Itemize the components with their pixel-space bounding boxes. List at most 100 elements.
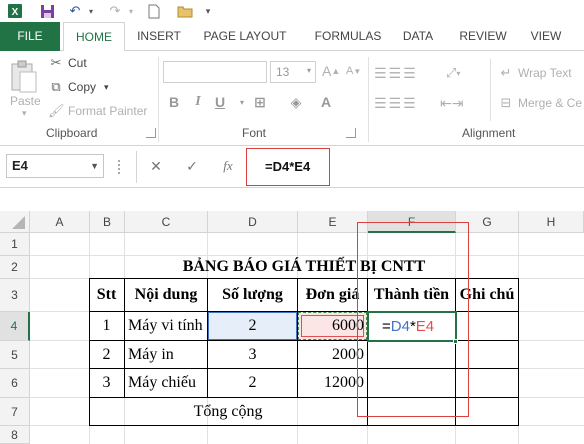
- name-box-value: E4: [12, 158, 28, 173]
- column-header-b[interactable]: B: [90, 211, 125, 233]
- undo-dropdown-icon[interactable]: ▾: [86, 3, 96, 19]
- grip-icon[interactable]: [118, 160, 122, 174]
- row-header-1[interactable]: 1: [0, 233, 30, 256]
- tab-data[interactable]: DATA: [396, 22, 440, 51]
- cell-d4[interactable]: 2: [208, 312, 297, 340]
- merge-center-button[interactable]: ⊟ Merge & Ce: [498, 95, 582, 111]
- cell-b5[interactable]: 2: [89, 341, 124, 368]
- worksheet-grid: A B C D E F G H 1 2 3 4 5 6 7 8 BẢNG BÁO…: [0, 188, 584, 444]
- total-label-cell[interactable]: Tổng cộng: [89, 398, 367, 425]
- column-header-d[interactable]: D: [208, 211, 298, 233]
- column-header-h[interactable]: H: [519, 211, 584, 233]
- new-doc-icon[interactable]: [146, 3, 162, 19]
- cell-e5[interactable]: 2000: [298, 341, 364, 368]
- cancel-icon[interactable]: ✕: [146, 158, 166, 175]
- font-launcher-icon[interactable]: [346, 128, 356, 138]
- row-header-5[interactable]: 5: [0, 341, 30, 369]
- cell-c4[interactable]: Máy vi tính: [128, 312, 207, 340]
- formula-bar: E4 ▼ ✕ ✓ fx =D4*E4: [0, 146, 584, 188]
- header-stt[interactable]: Stt: [89, 279, 124, 311]
- save-icon[interactable]: [38, 3, 56, 19]
- svg-text:X: X: [12, 7, 19, 18]
- formula-input[interactable]: =D4*E4: [246, 148, 330, 186]
- paste-button[interactable]: Paste: [10, 94, 41, 108]
- align-top-icon[interactable]: ☰☰☰: [374, 65, 418, 82]
- italic-icon[interactable]: I: [188, 94, 208, 110]
- fill-color-icon[interactable]: ◈: [286, 94, 306, 111]
- column-header-a[interactable]: A: [30, 211, 90, 233]
- highlight-annotation-box: [357, 222, 469, 417]
- row-header-3[interactable]: 3: [0, 279, 30, 312]
- format-painter-button[interactable]: 🖌 Format Painter: [48, 103, 147, 119]
- paintbrush-icon: 🖌: [48, 103, 65, 118]
- tab-home[interactable]: HOME: [63, 22, 125, 52]
- open-folder-icon[interactable]: [176, 3, 194, 19]
- decrease-font-icon[interactable]: A ▼: [346, 65, 361, 77]
- font-color-icon[interactable]: A: [316, 94, 336, 110]
- tab-page-layout[interactable]: PAGE LAYOUT: [198, 22, 292, 51]
- undo-icon[interactable]: ↶: [66, 3, 84, 19]
- cell-b4[interactable]: 1: [89, 312, 124, 340]
- row-header-6[interactable]: 6: [0, 369, 30, 398]
- font-size-box[interactable]: 13 ▾: [270, 61, 316, 83]
- indent-icon[interactable]: ⇤⇥: [440, 95, 463, 112]
- copy-dropdown-icon[interactable]: ▾: [104, 82, 109, 93]
- cell-d5[interactable]: 3: [208, 341, 297, 368]
- wrap-text-label: Wrap Text: [518, 66, 572, 80]
- align-left-icon[interactable]: ☰☰☰: [374, 95, 418, 112]
- cut-button[interactable]: ✂ Cut: [48, 55, 87, 71]
- row-header-7[interactable]: 7: [0, 398, 30, 426]
- font-size-dropdown-icon[interactable]: ▾: [307, 66, 311, 75]
- underline-dropdown-icon[interactable]: ▾: [232, 98, 252, 107]
- enter-icon[interactable]: ✓: [182, 158, 202, 175]
- cell-c6[interactable]: Máy chiếu: [128, 369, 207, 397]
- tab-file[interactable]: FILE: [0, 22, 60, 51]
- font-group-label: Font: [242, 126, 267, 140]
- format-painter-label: Format Painter: [68, 104, 148, 118]
- row-header-8[interactable]: 8: [0, 426, 30, 444]
- paste-dropdown-icon[interactable]: ▾: [22, 108, 27, 119]
- tab-formulas[interactable]: FORMULAS: [308, 22, 388, 51]
- tab-insert[interactable]: INSERT: [134, 22, 184, 51]
- paste-icon[interactable]: [8, 57, 42, 97]
- copy-button[interactable]: ⧉ Copy ▾: [48, 79, 109, 95]
- table-border: [518, 278, 519, 426]
- cell-e4[interactable]: 6000: [298, 312, 364, 340]
- customize-icon[interactable]: ▾: [202, 3, 214, 19]
- ribbon: Paste ▾ ✂ Cut ⧉ Copy ▾ 🖌 Format Painter Clip…: [0, 51, 584, 146]
- column-header-c[interactable]: C: [125, 211, 208, 233]
- header-so-luong[interactable]: Số lượng: [208, 279, 297, 311]
- row-header-2[interactable]: 2: [0, 256, 30, 279]
- formula-separator: [136, 151, 137, 183]
- font-name-box[interactable]: [163, 61, 267, 83]
- underline-icon[interactable]: U: [210, 94, 230, 110]
- cell-b6[interactable]: 3: [89, 369, 124, 397]
- clipboard-launcher-icon[interactable]: [146, 128, 156, 138]
- select-all-corner[interactable]: [0, 211, 30, 233]
- scissors-icon: ✂: [50, 55, 62, 70]
- cell-d6[interactable]: 2: [208, 369, 297, 397]
- orientation-icon[interactable]: ⤢ ▾: [446, 65, 460, 81]
- tab-review[interactable]: REVIEW: [456, 22, 510, 51]
- merge-label: Merge & Ce: [518, 96, 583, 110]
- bold-icon[interactable]: B: [164, 94, 184, 110]
- ribbon-separator: [368, 57, 369, 142]
- cut-label: Cut: [68, 56, 87, 70]
- merge-icon: ⊟: [500, 95, 512, 110]
- cell-c5[interactable]: Máy in: [128, 341, 207, 368]
- wrap-text-button[interactable]: ↵ Wrap Text: [498, 65, 572, 81]
- cell-e6[interactable]: 12000: [298, 369, 364, 397]
- insert-function-icon[interactable]: fx: [218, 158, 238, 174]
- header-noi-dung[interactable]: Nội dung: [125, 279, 207, 311]
- redo-icon[interactable]: ↷: [106, 3, 124, 19]
- increase-font-icon[interactable]: A ▲: [322, 63, 340, 79]
- name-box[interactable]: E4 ▼: [6, 154, 104, 178]
- excel-logo-icon: X: [6, 3, 24, 19]
- name-box-dropdown-icon[interactable]: ▼: [90, 155, 99, 177]
- tab-view[interactable]: VIEW: [524, 22, 568, 51]
- borders-icon[interactable]: ⊞: [250, 94, 270, 111]
- redo-dropdown-icon[interactable]: ▾: [126, 3, 136, 19]
- row-header-4[interactable]: 4: [0, 312, 30, 341]
- font-size-value: 13: [276, 65, 290, 79]
- ribbon-separator: [158, 57, 159, 142]
